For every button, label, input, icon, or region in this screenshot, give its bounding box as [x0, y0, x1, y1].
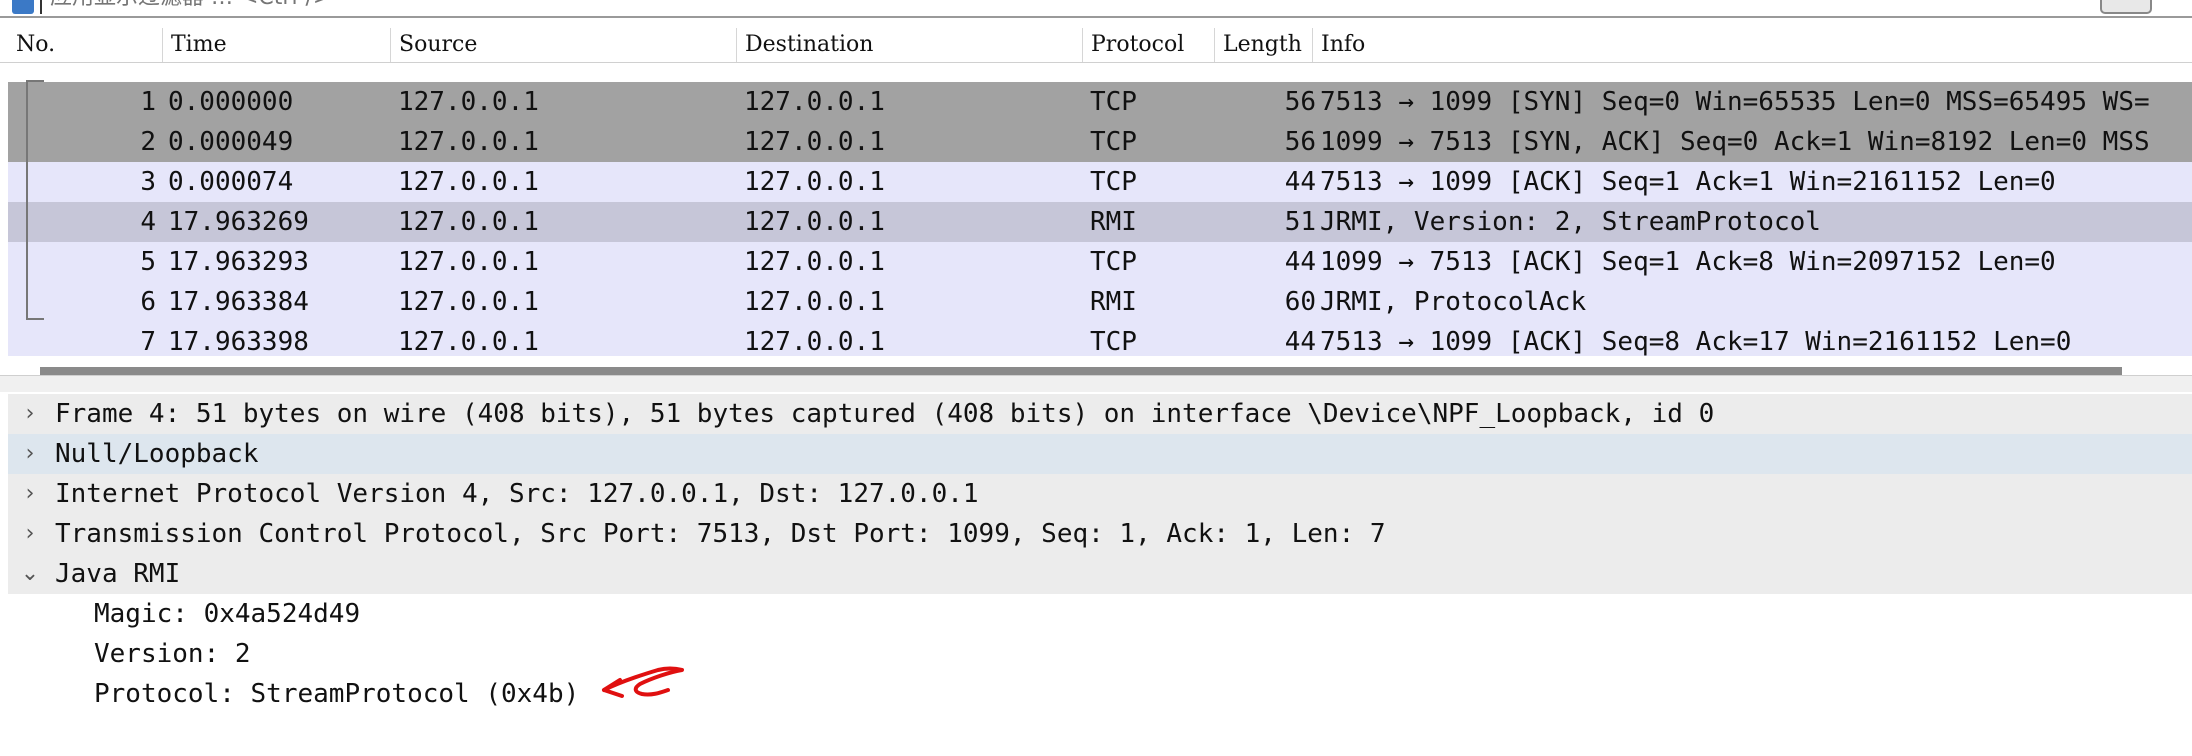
chevron-right-icon[interactable]: › [20, 434, 40, 474]
tree-field-version[interactable]: Version: 2 [8, 634, 2192, 674]
packet-source: 127.0.0.1 [398, 207, 539, 237]
packet-destination: 127.0.0.1 [744, 87, 885, 117]
packet-source: 127.0.0.1 [398, 247, 539, 277]
column-header-destination[interactable]: Destination [736, 28, 1082, 62]
packet-source: 127.0.0.1 [398, 287, 539, 317]
tree-item-label: Transmission Control Protocol, Src Port:… [55, 519, 1386, 549]
packet-destination: 127.0.0.1 [744, 127, 885, 157]
tree-item-ipv4[interactable]: › Internet Protocol Version 4, Src: 127.… [8, 474, 2192, 514]
packet-time: 0.000000 [168, 87, 294, 117]
column-header-length[interactable]: Length [1214, 28, 1312, 62]
toolbar-separator [40, 0, 42, 14]
packet-info: JRMI, ProtocolAck [1320, 287, 1587, 317]
packet-time: 0.000049 [168, 127, 294, 157]
tree-field-label: Version: 2 [94, 639, 251, 669]
apply-filter-button[interactable] [2100, 0, 2152, 14]
tree-item-label: Frame 4: 51 bytes on wire (408 bits), 51… [55, 399, 1715, 429]
packet-list-header: No. Time Source Destination Protocol Len… [0, 28, 2192, 63]
packet-destination: 127.0.0.1 [744, 247, 885, 277]
packet-protocol: TCP [1090, 87, 1137, 117]
chevron-right-icon[interactable]: › [20, 474, 40, 514]
column-header-info[interactable]: Info [1312, 28, 2192, 62]
packet-length: 60 [1284, 287, 1316, 317]
packet-row[interactable]: 5 17.963293 127.0.0.1 127.0.0.1 TCP 44 1… [8, 242, 2192, 282]
red-arrow-annotation [602, 666, 684, 698]
tree-field-magic[interactable]: Magic: 0x4a524d49 [8, 594, 2192, 634]
chevron-right-icon[interactable]: › [20, 394, 40, 434]
packet-info: JRMI, Version: 2, StreamProtocol [1320, 207, 1821, 237]
packet-length: 44 [1284, 167, 1316, 197]
pane-splitter[interactable] [0, 375, 2192, 393]
packet-destination: 127.0.0.1 [744, 287, 885, 317]
packet-destination: 127.0.0.1 [744, 207, 885, 237]
packet-time: 0.000074 [168, 167, 294, 197]
packet-destination: 127.0.0.1 [744, 167, 885, 197]
column-header-source[interactable]: Source [390, 28, 736, 62]
packet-protocol: TCP [1090, 247, 1137, 277]
packet-row[interactable]: 6 17.963384 127.0.0.1 127.0.0.1 RMI 60 J… [8, 282, 2192, 322]
packet-time: 17.963384 [168, 287, 309, 317]
tree-item-label: Internet Protocol Version 4, Src: 127.0.… [55, 479, 979, 509]
packet-source: 127.0.0.1 [398, 167, 539, 197]
tree-item-null-loopback[interactable]: › Null/Loopback [8, 434, 2192, 474]
packet-source: 127.0.0.1 [398, 127, 539, 157]
packet-length: 51 [1284, 207, 1316, 237]
display-filter-input[interactable] [50, 0, 2050, 10]
conversation-bracket [26, 80, 44, 320]
packet-row-selected[interactable]: 4 17.963269 127.0.0.1 127.0.0.1 RMI 51 J… [8, 202, 2192, 242]
display-filter-toolbar [0, 0, 2192, 18]
tree-item-label: Java RMI [55, 559, 181, 589]
packet-protocol: TCP [1090, 167, 1137, 197]
tree-item-java-rmi[interactable]: ⌄ Java RMI [8, 554, 2192, 594]
tree-field-label: Magic: 0x4a524d49 [94, 599, 361, 629]
packet-time: 17.963293 [168, 247, 309, 277]
packet-row[interactable]: 3 0.000074 127.0.0.1 127.0.0.1 TCP 44 75… [8, 162, 2192, 202]
packet-length: 56 [1284, 127, 1316, 157]
packet-length: 44 [1284, 247, 1316, 277]
bookmark-icon[interactable] [12, 0, 34, 14]
packet-row[interactable]: 2 0.000049 127.0.0.1 127.0.0.1 TCP 56 10… [8, 122, 2192, 162]
tree-item-label: Null/Loopback [55, 439, 259, 469]
column-header-time[interactable]: Time [162, 28, 390, 62]
column-header-protocol[interactable]: Protocol [1082, 28, 1214, 62]
packet-protocol: RMI [1090, 287, 1137, 317]
packet-time: 17.963269 [168, 207, 309, 237]
packet-protocol: TCP [1090, 127, 1137, 157]
packet-info: 1099 → 7513 [ACK] Seq=1 Ack=8 Win=209715… [1320, 247, 2056, 277]
tree-field-protocol[interactable]: Protocol: StreamProtocol (0x4b) [8, 674, 2192, 714]
packet-list-pane: No. Time Source Destination Protocol Len… [0, 18, 2192, 386]
packet-details-pane: › Frame 4: 51 bytes on wire (408 bits), … [0, 392, 2192, 756]
tree-item-frame[interactable]: › Frame 4: 51 bytes on wire (408 bits), … [8, 394, 2192, 434]
packet-info: 7513 → 1099 [ACK] Seq=1 Ack=1 Win=216115… [1320, 167, 2056, 197]
chevron-down-icon[interactable]: ⌄ [20, 554, 40, 594]
packet-info: 7513 → 1099 [SYN] Seq=0 Win=65535 Len=0 … [1320, 87, 2150, 117]
packet-info: 1099 → 7513 [SYN, ACK] Seq=0 Ack=1 Win=8… [1320, 127, 2150, 157]
chevron-right-icon[interactable]: › [20, 514, 40, 554]
packet-protocol: RMI [1090, 207, 1137, 237]
tree-item-tcp[interactable]: › Transmission Control Protocol, Src Por… [8, 514, 2192, 554]
packet-source: 127.0.0.1 [398, 87, 539, 117]
packet-length: 56 [1284, 87, 1316, 117]
tree-field-label: Protocol: StreamProtocol (0x4b) [94, 679, 580, 709]
packet-row[interactable]: 1 0.000000 127.0.0.1 127.0.0.1 TCP 56 75… [8, 82, 2192, 122]
column-header-no[interactable]: No. [8, 28, 162, 62]
